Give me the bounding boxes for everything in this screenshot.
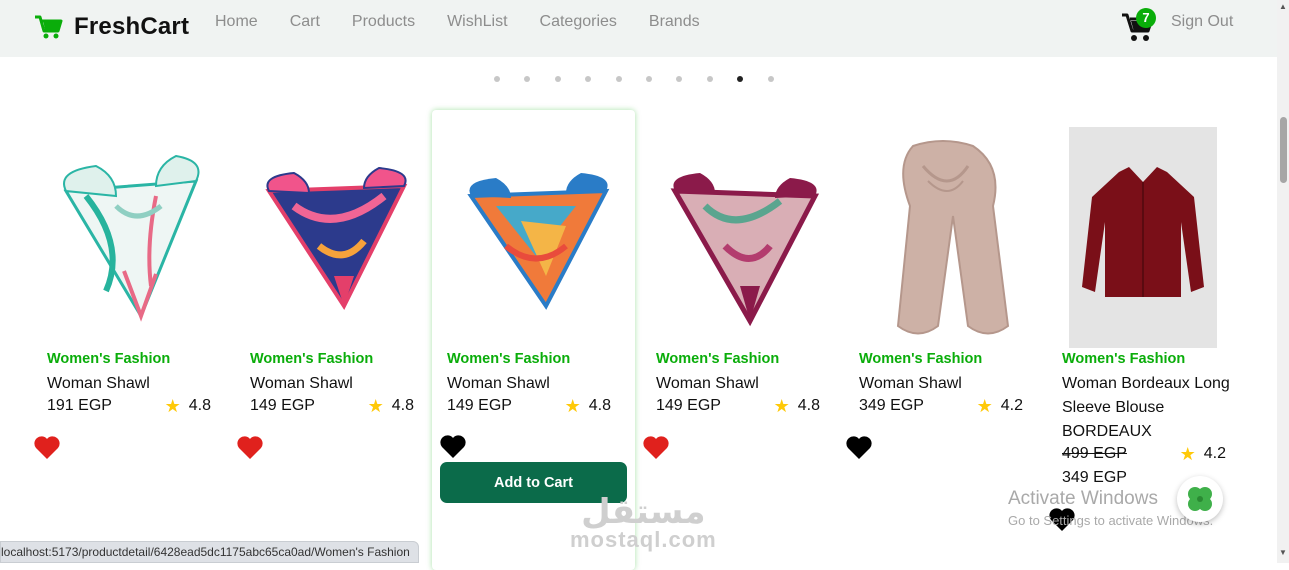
star-icon: ★ bbox=[773, 396, 790, 416]
nav-link-cart[interactable]: Cart bbox=[290, 12, 320, 32]
status-bar-url: localhost:5173/productdetail/6428ead5dc1… bbox=[0, 541, 419, 563]
carousel-dot[interactable] bbox=[585, 76, 592, 82]
carousel-dot[interactable] bbox=[494, 76, 500, 82]
nav-link-home[interactable]: Home bbox=[215, 12, 258, 32]
nav-link-products[interactable]: Products bbox=[352, 12, 415, 32]
product-rating: ★ 4.8 bbox=[565, 394, 611, 418]
product-title: Woman Shawl bbox=[250, 375, 353, 392]
product-price: 191 EGP bbox=[47, 397, 112, 414]
star-icon: ★ bbox=[367, 396, 384, 416]
product-price: 349 EGP bbox=[859, 397, 924, 414]
product-price: 149 EGP bbox=[250, 397, 315, 414]
product-rating: ★ 4.8 bbox=[368, 394, 414, 418]
product-image-scarf[interactable] bbox=[249, 126, 425, 346]
product-category: Women's Fashion bbox=[447, 351, 571, 367]
brand-logo[interactable]: FreshCart bbox=[34, 12, 189, 42]
product-category: Women's Fashion bbox=[859, 351, 983, 367]
product-category: Women's Fashion bbox=[47, 351, 171, 367]
mostaql-latin-text: mostaql.com bbox=[570, 527, 717, 552]
rating-value: 4.8 bbox=[188, 397, 211, 414]
product-image-blouse[interactable] bbox=[1069, 127, 1217, 348]
scroll-up-arrow-icon[interactable]: ▲ bbox=[1279, 2, 1287, 11]
rating-value: 4.8 bbox=[797, 397, 820, 414]
price-rating-row: 499 EGP ★ 4.2 bbox=[1062, 442, 1226, 466]
product-price: 349 EGP bbox=[1062, 469, 1127, 486]
wishlist-heart-icon[interactable] bbox=[845, 434, 873, 460]
sign-out-link[interactable]: Sign Out bbox=[1171, 12, 1233, 32]
shopping-cart-logo-icon bbox=[35, 15, 63, 39]
mostaql-arabic-text: مستقل bbox=[581, 492, 706, 532]
product-title: Woman Shawl bbox=[656, 375, 759, 392]
product-rating: ★ 4.8 bbox=[774, 394, 820, 418]
nav-link-brands[interactable]: Brands bbox=[649, 12, 700, 32]
mostaql-watermark: مستقل mostaql.com bbox=[570, 495, 717, 551]
product-title: Woman Shawl bbox=[859, 375, 962, 392]
rating-value: 4.2 bbox=[1000, 397, 1023, 414]
wishlist-heart-icon[interactable] bbox=[236, 434, 264, 460]
wishlist-heart-icon[interactable] bbox=[439, 433, 467, 459]
product-old-price: 499 EGP bbox=[1062, 445, 1127, 462]
product-card[interactable]: Women's Fashion Woman Shawl 191 EGP ★ 4.8 bbox=[32, 110, 235, 570]
carousel-dot-active[interactable] bbox=[737, 76, 744, 82]
carousel-dot[interactable] bbox=[706, 76, 713, 82]
star-icon: ★ bbox=[1179, 444, 1196, 464]
navbar: FreshCart Home Cart Products WishList Ca… bbox=[0, 0, 1277, 57]
carousel-dot[interactable] bbox=[767, 76, 774, 82]
carousel-dot[interactable] bbox=[554, 76, 561, 82]
product-price: 149 EGP bbox=[656, 397, 721, 414]
product-title: Woman Shawl bbox=[447, 375, 550, 392]
product-category: Women's Fashion bbox=[250, 351, 374, 367]
product-image-scarf[interactable] bbox=[655, 126, 831, 346]
product-category: Women's Fashion bbox=[656, 351, 780, 367]
rating-value: 4.8 bbox=[588, 397, 611, 414]
price-rating-row: 349 EGP ★ 4.2 bbox=[859, 394, 1023, 418]
vertical-scrollbar[interactable]: ▲ ▼ bbox=[1277, 0, 1289, 563]
price-rating-row: 149 EGP ★ 4.8 bbox=[250, 394, 414, 418]
clover-icon bbox=[1188, 487, 1212, 511]
product-price: 149 EGP bbox=[447, 397, 512, 414]
product-image-scarf[interactable] bbox=[46, 126, 222, 346]
product-card[interactable]: Women's Fashion Woman Shawl 149 EGP ★ 4.8 bbox=[235, 110, 438, 570]
rating-value: 4.8 bbox=[391, 397, 414, 414]
carousel-dot[interactable] bbox=[615, 76, 622, 82]
rating-value: 4.2 bbox=[1203, 445, 1226, 462]
wishlist-heart-icon[interactable] bbox=[642, 434, 670, 460]
product-rating: ★ 4.2 bbox=[1180, 442, 1226, 466]
scroll-thumb[interactable] bbox=[1280, 117, 1287, 183]
product-rating: ★ 4.2 bbox=[977, 394, 1023, 418]
carousel-dot[interactable] bbox=[645, 76, 652, 82]
product-category: Women's Fashion bbox=[1062, 351, 1186, 367]
cart-count-badge: 7 bbox=[1136, 8, 1156, 28]
carousel-dot[interactable] bbox=[524, 76, 531, 82]
nav-link-wishlist[interactable]: WishList bbox=[447, 12, 507, 32]
product-image-scarf[interactable] bbox=[446, 126, 622, 346]
carousel-dots bbox=[494, 76, 798, 82]
product-title: Woman Bordeaux Long Sleeve Blouse BORDEA… bbox=[1062, 375, 1230, 440]
brand-name: FreshCart bbox=[74, 13, 190, 40]
scroll-down-arrow-icon[interactable]: ▼ bbox=[1279, 548, 1287, 557]
product-title: Woman Shawl bbox=[47, 375, 150, 392]
price-rating-row: 149 EGP ★ 4.8 bbox=[656, 394, 820, 418]
wishlist-heart-icon[interactable] bbox=[33, 434, 61, 460]
clover-float-button[interactable] bbox=[1177, 476, 1223, 522]
product-rating: ★ 4.8 bbox=[165, 394, 211, 418]
price-rating-row: 149 EGP ★ 4.8 bbox=[447, 394, 611, 418]
star-icon: ★ bbox=[564, 396, 581, 416]
price-rating-row: 191 EGP ★ 4.8 bbox=[47, 394, 211, 418]
nav-links: Home Cart Products WishList Categories B… bbox=[215, 12, 732, 32]
star-icon: ★ bbox=[164, 396, 181, 416]
nav-link-categories[interactable]: Categories bbox=[540, 12, 617, 32]
cart-button[interactable]: 7 bbox=[1120, 8, 1156, 45]
star-icon: ★ bbox=[976, 396, 993, 416]
carousel-dot[interactable] bbox=[676, 76, 683, 82]
product-image-scarf[interactable] bbox=[858, 126, 1034, 346]
